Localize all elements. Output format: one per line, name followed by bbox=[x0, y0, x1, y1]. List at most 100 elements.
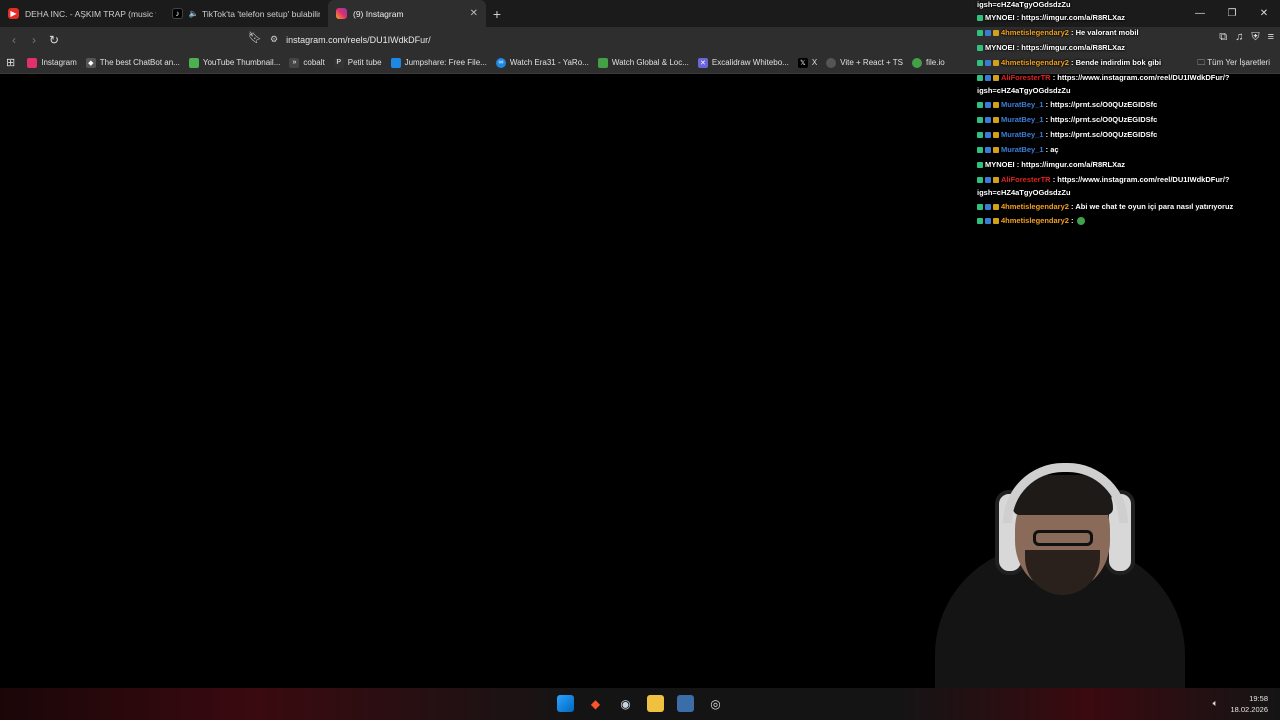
emote-icon bbox=[1076, 217, 1085, 226]
tab-title: TikTok'ta 'telefon setup' bulabilin bbox=[202, 8, 320, 19]
chat-message: 4hmetislegendary2 : Bende indirdim bok g… bbox=[977, 58, 1277, 68]
apps-grid-icon[interactable]: ⊞ bbox=[6, 56, 15, 69]
bookmark-icon[interactable]: 🔖︎ bbox=[248, 31, 262, 44]
tab-youtube[interactable]: ▶ DEHA INC. - AŞKIM TRAP (music vide bbox=[0, 0, 164, 27]
chat-username[interactable]: 4hmetislegendary2 bbox=[1001, 28, 1069, 37]
bookmark-item[interactable]: Instagram bbox=[27, 57, 77, 68]
chat-username[interactable]: MuratBey_1 bbox=[1001, 100, 1044, 109]
badge-green-icon bbox=[977, 204, 983, 211]
forward-icon[interactable]: › bbox=[24, 33, 44, 47]
new-tab-button[interactable]: + bbox=[486, 6, 508, 22]
bookmark-item[interactable]: YouTube Thumbnail... bbox=[188, 57, 280, 68]
chat-text: : https://www.instagram.com/reel/DU1IWdk… bbox=[1052, 175, 1230, 184]
bookmark-item[interactable]: » cobalt bbox=[289, 57, 325, 68]
chatbot-icon: ◆ bbox=[85, 57, 96, 68]
chat-message: MuratBey_1 : aç bbox=[977, 145, 1277, 155]
bookmark-item[interactable]: Jumpshare: Free File... bbox=[390, 57, 487, 68]
tab-title: DEHA INC. - AŞKIM TRAP (music vide bbox=[25, 8, 156, 19]
bookmark-item[interactable]: Watch Global & Loc... bbox=[597, 57, 689, 68]
screen: ▶ DEHA INC. - AŞKIM TRAP (music vide ♪ 🔈… bbox=[0, 0, 1280, 720]
speaker-icon[interactable]: 🔈 bbox=[189, 8, 199, 19]
chat-username[interactable]: MuratBey_1 bbox=[1001, 115, 1044, 124]
chat-text: : https://prnt.sc/O0QUzEGIDSfc bbox=[1045, 100, 1158, 109]
chat-text: : Abi we chat te oyun içi para nasıl yat… bbox=[1071, 202, 1234, 211]
badge-gold-icon bbox=[993, 147, 999, 154]
chat-username[interactable]: MYNOEI bbox=[985, 13, 1015, 22]
reload-icon[interactable]: ↻ bbox=[44, 33, 64, 47]
chat-message: AliForesterTR : https://www.instagram.co… bbox=[977, 73, 1277, 83]
badge-blue-icon bbox=[985, 60, 991, 67]
badge-blue-icon bbox=[985, 117, 991, 124]
badge-blue-icon bbox=[985, 218, 991, 225]
bookmark-item[interactable]: P Petit tube bbox=[333, 57, 382, 68]
chat-username[interactable]: AliForesterTR bbox=[1001, 175, 1051, 184]
back-icon[interactable]: ‹ bbox=[4, 33, 24, 47]
glasses bbox=[1033, 530, 1093, 546]
chat-text: : aç bbox=[1045, 145, 1059, 154]
brave-icon[interactable]: ◆ bbox=[587, 695, 604, 712]
tab-instagram[interactable]: (9) Instagram ✕ bbox=[328, 0, 486, 27]
steam-icon[interactable]: ◉ bbox=[617, 695, 634, 712]
badge-green-icon bbox=[977, 45, 983, 52]
system-clock[interactable]: 19:58 18.02.2026 bbox=[1230, 693, 1268, 715]
badge-green-icon bbox=[977, 60, 983, 67]
badge-blue-icon bbox=[985, 75, 991, 82]
chat-username[interactable]: MuratBey_1 bbox=[1001, 130, 1044, 139]
volume-icon[interactable]: 🔈︎ bbox=[1213, 698, 1218, 709]
windows-start-icon[interactable] bbox=[557, 695, 574, 712]
bookmark-item[interactable]: 𝕏 X bbox=[797, 57, 817, 68]
tab-tiktok[interactable]: ♪ 🔈 TikTok'ta 'telefon setup' bulabilin bbox=[164, 0, 328, 27]
instagram-icon bbox=[27, 57, 38, 68]
headband bbox=[1003, 463, 1128, 523]
instagram-icon bbox=[336, 8, 347, 19]
chat-text: igsh=cHZ4aTgyOGdsdzZu bbox=[977, 0, 1071, 9]
chat-username[interactable]: MuratBey_1 bbox=[1001, 145, 1044, 154]
clock-date: 18.02.2026 bbox=[1230, 705, 1268, 714]
chat-username[interactable]: 4hmetislegendary2 bbox=[1001, 58, 1069, 67]
globe-icon bbox=[826, 57, 837, 68]
bookmark-item[interactable]: ◆ The best ChatBot an... bbox=[85, 57, 180, 68]
chat-message: MYNOEI : https://imgur.com/a/R8RLXaz bbox=[977, 13, 1277, 23]
badge-blue-icon bbox=[985, 177, 991, 184]
chat-message: igsh=cHZ4aTgyOGdsdzZu bbox=[977, 0, 1277, 10]
jumpshare-icon bbox=[390, 57, 401, 68]
badge-green-icon bbox=[977, 162, 983, 169]
close-icon[interactable]: ✕ bbox=[470, 8, 478, 19]
chat-text: : https://prnt.sc/O0QUzEGIDSfc bbox=[1045, 115, 1158, 124]
badge-blue-icon bbox=[985, 147, 991, 154]
chat-text: : https://prnt.sc/O0QUzEGIDSfc bbox=[1045, 130, 1158, 139]
thumbnail-icon bbox=[188, 57, 199, 68]
tab-title: (9) Instagram bbox=[353, 8, 404, 19]
bookmark-item[interactable]: file.io bbox=[912, 57, 945, 68]
badge-green-icon bbox=[977, 177, 983, 184]
chat-username[interactable]: MYNOEI bbox=[985, 43, 1015, 52]
address-bar[interactable]: ⚙︎ instagram.com/reels/DU1IWdkDFur/ bbox=[270, 30, 970, 49]
chat-username[interactable]: 4hmetislegendary2 bbox=[1001, 202, 1069, 211]
chat-message: MuratBey_1 : https://prnt.sc/O0QUzEGIDSf… bbox=[977, 100, 1277, 110]
file-explorer-icon[interactable] bbox=[647, 695, 664, 712]
badge-green-icon bbox=[977, 117, 983, 124]
bookmark-item[interactable]: Vite + React + TS bbox=[826, 57, 903, 68]
chat-username[interactable]: MYNOEI bbox=[985, 160, 1015, 169]
badge-green-icon bbox=[977, 147, 983, 154]
badge-green-icon bbox=[977, 132, 983, 139]
bookmark-item[interactable]: ∞ Watch Era31 - YaRo... bbox=[495, 57, 589, 68]
chat-username[interactable]: 4hmetislegendary2 bbox=[1001, 216, 1069, 225]
chat-text: igsh=cHZ4aTgyOGdsdzZu bbox=[977, 86, 1071, 95]
badge-green-icon bbox=[977, 102, 983, 109]
bookmark-item[interactable]: ✕ Excalidraw Whitebo... bbox=[697, 57, 789, 68]
taskbar: ◆ ◉ ◎ 🔈︎ 19:58 18.02.2026 bbox=[0, 688, 1280, 720]
url-text[interactable]: instagram.com/reels/DU1IWdkDFur/ bbox=[286, 35, 431, 45]
site-info-icon[interactable]: ⚙︎ bbox=[270, 34, 278, 45]
badge-blue-icon bbox=[985, 204, 991, 211]
badge-blue-icon bbox=[985, 102, 991, 109]
file-io-icon bbox=[912, 57, 923, 68]
obs-icon[interactable]: ◎ bbox=[707, 695, 724, 712]
chat-message: MuratBey_1 : https://prnt.sc/O0QUzEGIDSf… bbox=[977, 130, 1277, 140]
tiktok-icon: ♪ bbox=[172, 8, 183, 19]
chat-username[interactable]: AliForesterTR bbox=[1001, 73, 1051, 82]
badge-gold-icon bbox=[993, 218, 999, 225]
badge-gold-icon bbox=[993, 132, 999, 139]
mail-icon[interactable] bbox=[677, 695, 694, 712]
chat-text: : bbox=[1071, 216, 1074, 225]
